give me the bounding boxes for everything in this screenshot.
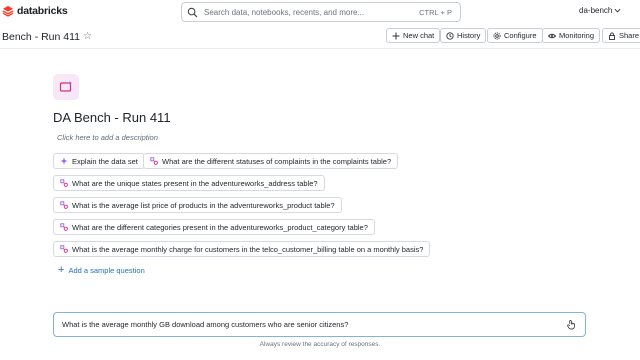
send-icon[interactable]	[566, 319, 577, 330]
suggestion-label: Explain the data set	[72, 156, 138, 166]
add-sample-question-link[interactable]: + Add a sample question	[58, 265, 145, 276]
new-chat-button[interactable]: New chat	[386, 28, 441, 43]
plus-icon: +	[58, 264, 65, 276]
eye-icon	[548, 33, 556, 38]
description-placeholder[interactable]: Click here to add a description	[57, 133, 158, 142]
plus-icon	[392, 32, 400, 39]
suggestion-question[interactable]: What is the average monthly charge for c…	[53, 241, 431, 257]
shapes-icon	[60, 201, 68, 209]
suggestion-label: What are the different categories presen…	[72, 222, 368, 232]
chevron-down-icon	[614, 8, 621, 13]
workspace-switcher[interactable]: da-bench	[579, 6, 621, 15]
suggestion-question[interactable]: What are the different statuses of compl…	[143, 153, 399, 169]
monitoring-button[interactable]: Monitoring	[542, 28, 601, 43]
suggestion-question[interactable]: What are the unique states present in th…	[53, 175, 325, 191]
genie-space-icon	[53, 74, 79, 100]
monitoring-label: Monitoring	[559, 31, 595, 40]
search-icon	[187, 7, 198, 17]
configure-button[interactable]: Configure	[487, 28, 543, 43]
configure-label: Configure	[504, 31, 537, 40]
suggestion-explain-dataset[interactable]: Explain the data set	[53, 153, 145, 169]
page-title: Bench - Run 411	[2, 31, 81, 43]
history-button[interactable]: History	[440, 28, 487, 43]
shapes-icon	[150, 157, 158, 165]
databricks-logo[interactable]: databricks	[2, 5, 68, 17]
suggestion-question[interactable]: What is the average list price of produc…	[53, 197, 342, 213]
gear-icon	[493, 31, 501, 40]
suggestion-question[interactable]: What are the different categories presen…	[53, 219, 375, 235]
chat-input[interactable]: What is the average monthly GB download …	[53, 312, 586, 337]
suggestion-label: What is the average monthly charge for c…	[72, 244, 424, 254]
suggestion-label: What are the unique states present in th…	[72, 178, 318, 188]
share-label: Share	[619, 31, 640, 40]
chat-input-text[interactable]: What is the average monthly GB download …	[62, 320, 566, 329]
history-label: History	[457, 31, 481, 40]
star-icon[interactable]: ☆	[83, 31, 92, 42]
suggestion-label: What are the different statuses of compl…	[162, 156, 392, 166]
share-button[interactable]: Share	[602, 28, 640, 43]
workspace-name: da-bench	[579, 6, 613, 15]
history-icon	[446, 31, 454, 40]
top-bar: databricks Search data, notebooks, recen…	[0, 0, 640, 24]
search-shortcut: CTRL + P	[419, 7, 452, 17]
search-placeholder: Search data, notebooks, recents, and mor…	[204, 7, 365, 17]
space-title: DA Bench - Run 411	[53, 110, 171, 125]
suggestion-label: What is the average list price of produc…	[72, 200, 335, 210]
sparkle-icon	[60, 157, 68, 165]
lock-icon	[609, 32, 615, 40]
footnote: Always review the accuracy of responses.	[259, 341, 381, 348]
search-bar[interactable]: Search data, notebooks, recents, and mor…	[181, 2, 461, 22]
shapes-icon	[60, 223, 68, 231]
logo-text: databricks	[17, 5, 68, 17]
new-chat-label: New chat	[403, 31, 435, 40]
shapes-icon	[60, 179, 68, 187]
add-sample-label: Add a sample question	[68, 266, 145, 275]
header-divider	[0, 48, 640, 49]
databricks-logo-icon	[2, 6, 14, 17]
shapes-icon	[60, 245, 68, 253]
